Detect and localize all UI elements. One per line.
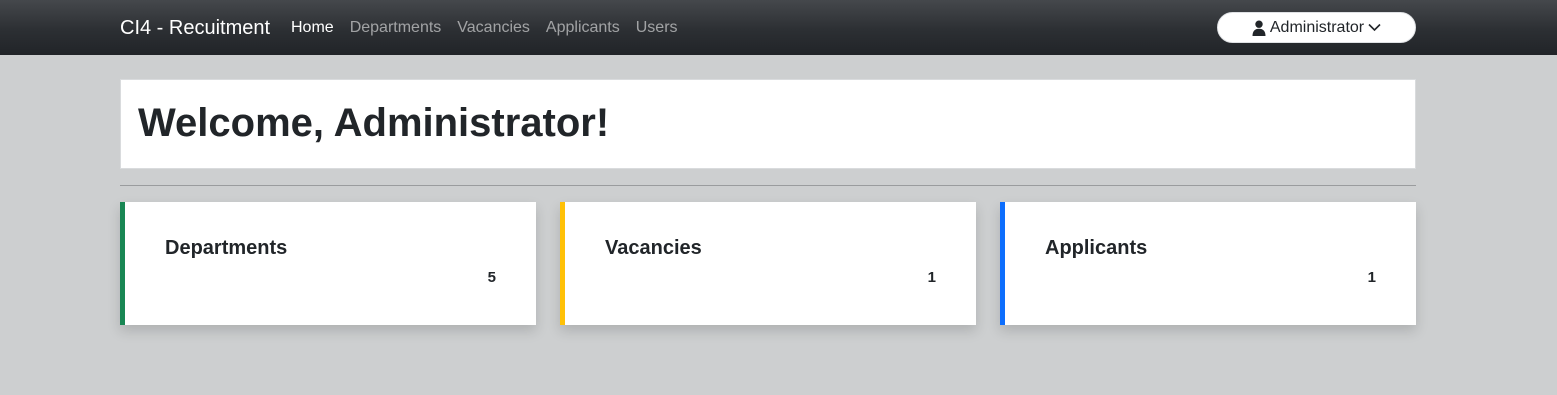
nav-link-home[interactable]: Home <box>283 17 342 39</box>
welcome-card: Welcome, Administrator! <box>120 79 1416 169</box>
nav-link-departments[interactable]: Departments <box>342 17 450 39</box>
chevron-down-icon <box>1368 23 1381 32</box>
user-icon <box>1252 20 1266 36</box>
page-title: Welcome, Administrator! <box>138 101 610 145</box>
stat-card-applicants: Applicants 1 <box>1000 202 1416 325</box>
stat-label: Applicants <box>1045 237 1148 259</box>
stat-card-vacancies: Vacancies 1 <box>560 202 976 325</box>
stat-count: 1 <box>1367 269 1376 286</box>
nav-link-applicants[interactable]: Applicants <box>538 17 628 39</box>
stat-label: Departments <box>165 237 288 259</box>
top-navbar: CI4 - Recuitment Home Departments Vacanc… <box>0 0 1557 55</box>
nav-link-vacancies[interactable]: Vacancies <box>449 17 538 39</box>
stat-count: 5 <box>487 269 496 286</box>
stat-card-departments: Departments 5 <box>120 202 536 325</box>
nav-link-users[interactable]: Users <box>628 17 686 39</box>
divider <box>120 185 1416 186</box>
nav-links: Home Departments Vacancies Applicants Us… <box>283 17 686 39</box>
stat-count: 1 <box>927 269 936 286</box>
stat-label: Vacancies <box>605 237 702 259</box>
brand-link[interactable]: CI4 - Recuitment <box>120 15 270 41</box>
user-menu-label: Administrator <box>1269 18 1365 36</box>
user-menu-button[interactable]: Administrator <box>1217 12 1416 43</box>
